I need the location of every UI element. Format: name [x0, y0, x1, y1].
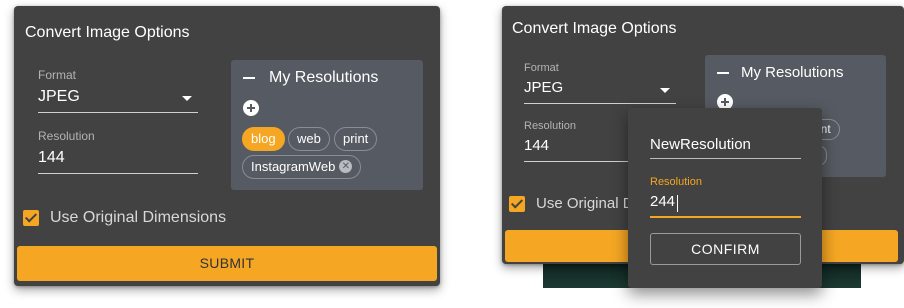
dialog-resolution-underline	[650, 216, 801, 218]
format-underline	[524, 103, 676, 104]
use-original-checkbox[interactable]	[23, 210, 39, 226]
name-underline	[650, 158, 801, 159]
use-original-label: Use Original Dimensions	[50, 209, 227, 226]
format-select[interactable]: Format JPEG	[38, 68, 198, 114]
my-resolutions-box: My Resolutions blog web print InstagramW…	[231, 60, 423, 190]
chip-instagramweb[interactable]: InstagramWeb ✕	[242, 155, 362, 179]
use-original-checkbox[interactable]	[509, 196, 525, 212]
convert-options-panel-left: Convert Image Options Format JPEG Resolu…	[14, 6, 440, 286]
resolution-value: 144	[524, 137, 550, 154]
format-value: JPEG	[38, 88, 80, 105]
text-cursor	[677, 195, 678, 212]
submit-button[interactable]: SUBMIT	[17, 246, 437, 281]
chip-web[interactable]: web	[288, 127, 330, 151]
new-resolution-dialog: NewResolution Resolution 244 CONFIRM	[628, 108, 822, 288]
chip-label: print	[343, 131, 369, 146]
resolution-name-value: NewResolution	[650, 136, 751, 153]
resolution-name-input[interactable]: NewResolution	[650, 136, 801, 160]
format-underline	[38, 112, 198, 113]
dialog-resolution-label: Resolution	[650, 176, 702, 188]
chip-print[interactable]: print	[334, 127, 378, 151]
chip-label: web	[297, 131, 321, 146]
my-resolutions-title: My Resolutions	[269, 69, 379, 86]
dialog-resolution-input[interactable]: Resolution 244	[650, 176, 801, 218]
use-original-label: Use Original D	[536, 195, 634, 212]
format-value: JPEG	[524, 79, 564, 96]
collapse-icon[interactable]	[243, 77, 255, 79]
resolution-input[interactable]: Resolution 144	[524, 120, 644, 162]
add-resolution-icon[interactable]	[243, 100, 259, 116]
chevron-down-icon	[182, 96, 192, 101]
confirm-button[interactable]: CONFIRM	[650, 233, 801, 265]
resolution-underline	[524, 161, 644, 162]
chip-label: blog	[251, 131, 276, 146]
resolution-underline	[38, 173, 198, 174]
format-label: Format	[38, 68, 77, 82]
format-select[interactable]: Format JPEG	[524, 62, 676, 104]
panel-title: Convert Image Options	[25, 24, 190, 41]
my-resolutions-title: My Resolutions	[741, 64, 844, 81]
chip-label: InstagramWeb	[251, 159, 336, 174]
panel-title: Convert Image Options	[512, 20, 677, 37]
remove-chip-icon[interactable]: ✕	[339, 160, 353, 174]
collapse-icon[interactable]	[717, 72, 729, 74]
chevron-down-icon	[660, 88, 670, 93]
format-label: Format	[524, 62, 559, 74]
resolution-value: 144	[38, 149, 65, 166]
resolution-label: Resolution	[524, 120, 576, 132]
resolution-label: Resolution	[38, 129, 95, 143]
resolution-input[interactable]: Resolution 144	[38, 129, 198, 175]
dialog-resolution-value: 244	[650, 193, 676, 210]
chip-blog[interactable]: blog	[242, 127, 285, 151]
